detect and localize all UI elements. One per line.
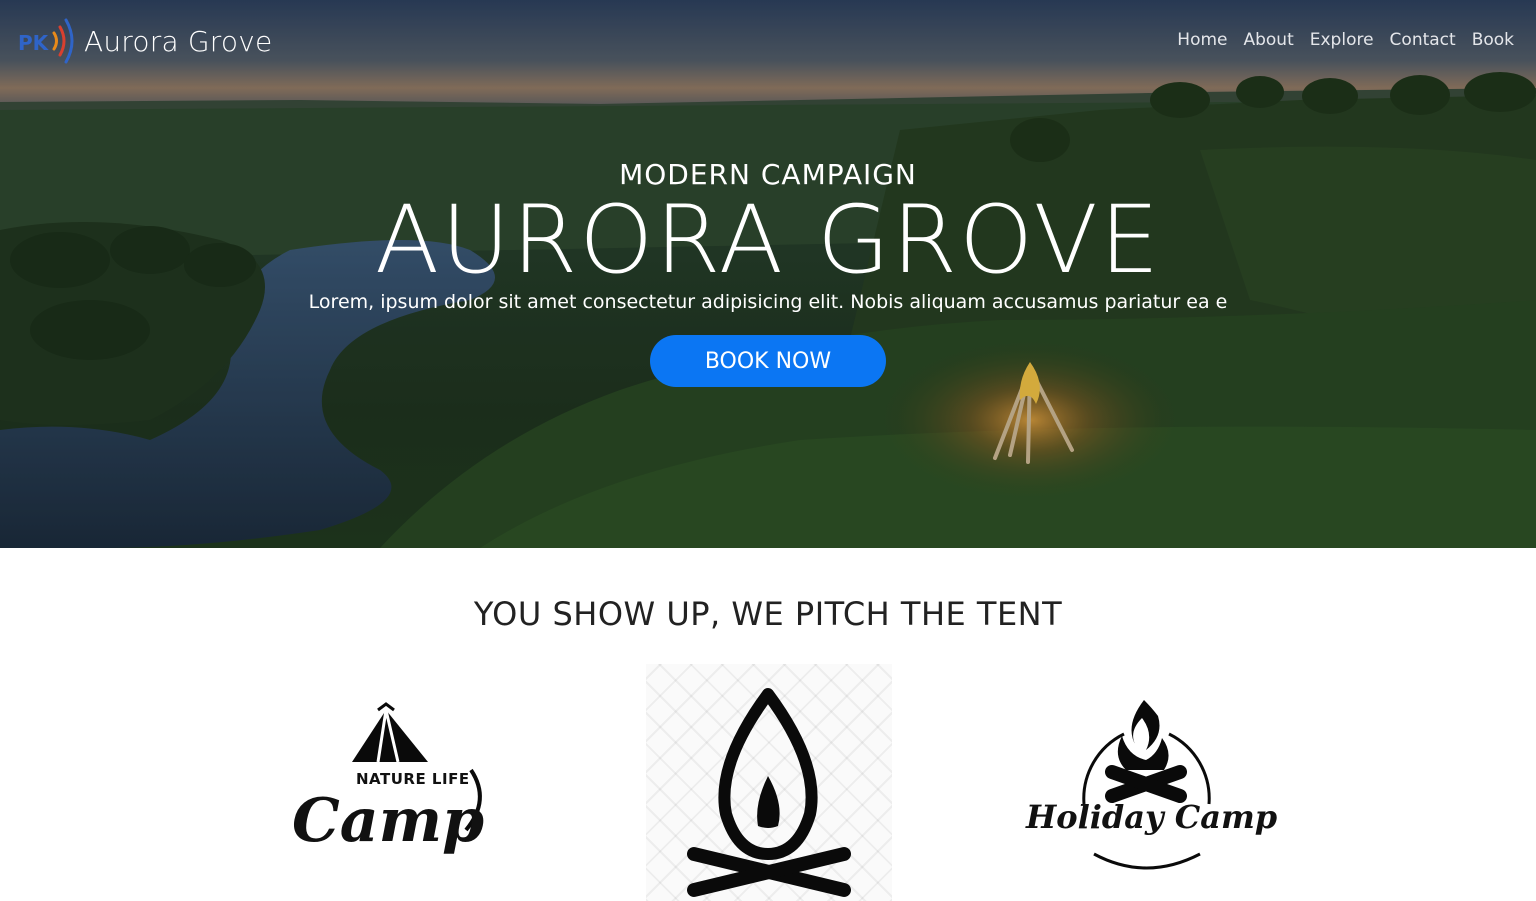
nav-explore[interactable]: Explore [1310,30,1374,50]
brand-logo: PK [16,14,82,68]
main-nav: Home About Explore Contact Book [1177,30,1514,50]
nav-home[interactable]: Home [1177,30,1227,50]
feature-holiday-camp: Holiday Camp [1024,696,1278,876]
nav-about[interactable]: About [1243,30,1293,50]
signal-waves-icon [52,18,74,64]
hero-title: AURORA GROVE [374,186,1162,295]
nav-contact[interactable]: Contact [1390,30,1456,50]
holiday-campfire-icon [1082,700,1211,870]
feature-big-label: Holiday Camp [1026,798,1278,836]
feature-big-label: Camp [292,786,485,856]
campfire-icon [687,688,851,897]
book-now-button[interactable]: BOOK NOW [650,335,886,387]
nav-book[interactable]: Book [1472,30,1514,50]
brand-logo-text: PK [18,31,49,55]
brand-name: Aurora Grove [84,24,273,58]
feature-nature-life-camp: NATURE LIFE Camp [286,700,496,870]
hero-banner: PK Aurora Grove Home About Explore Conta… [0,0,1536,548]
brand[interactable]: PK Aurora Grove [16,14,272,68]
section-title: YOU SHOW UP, WE PITCH THE TENT [473,595,1063,633]
hero-text: Lorem, ipsum dolor sit amet consectetur … [308,291,1228,313]
feature-campfire [646,664,892,901]
